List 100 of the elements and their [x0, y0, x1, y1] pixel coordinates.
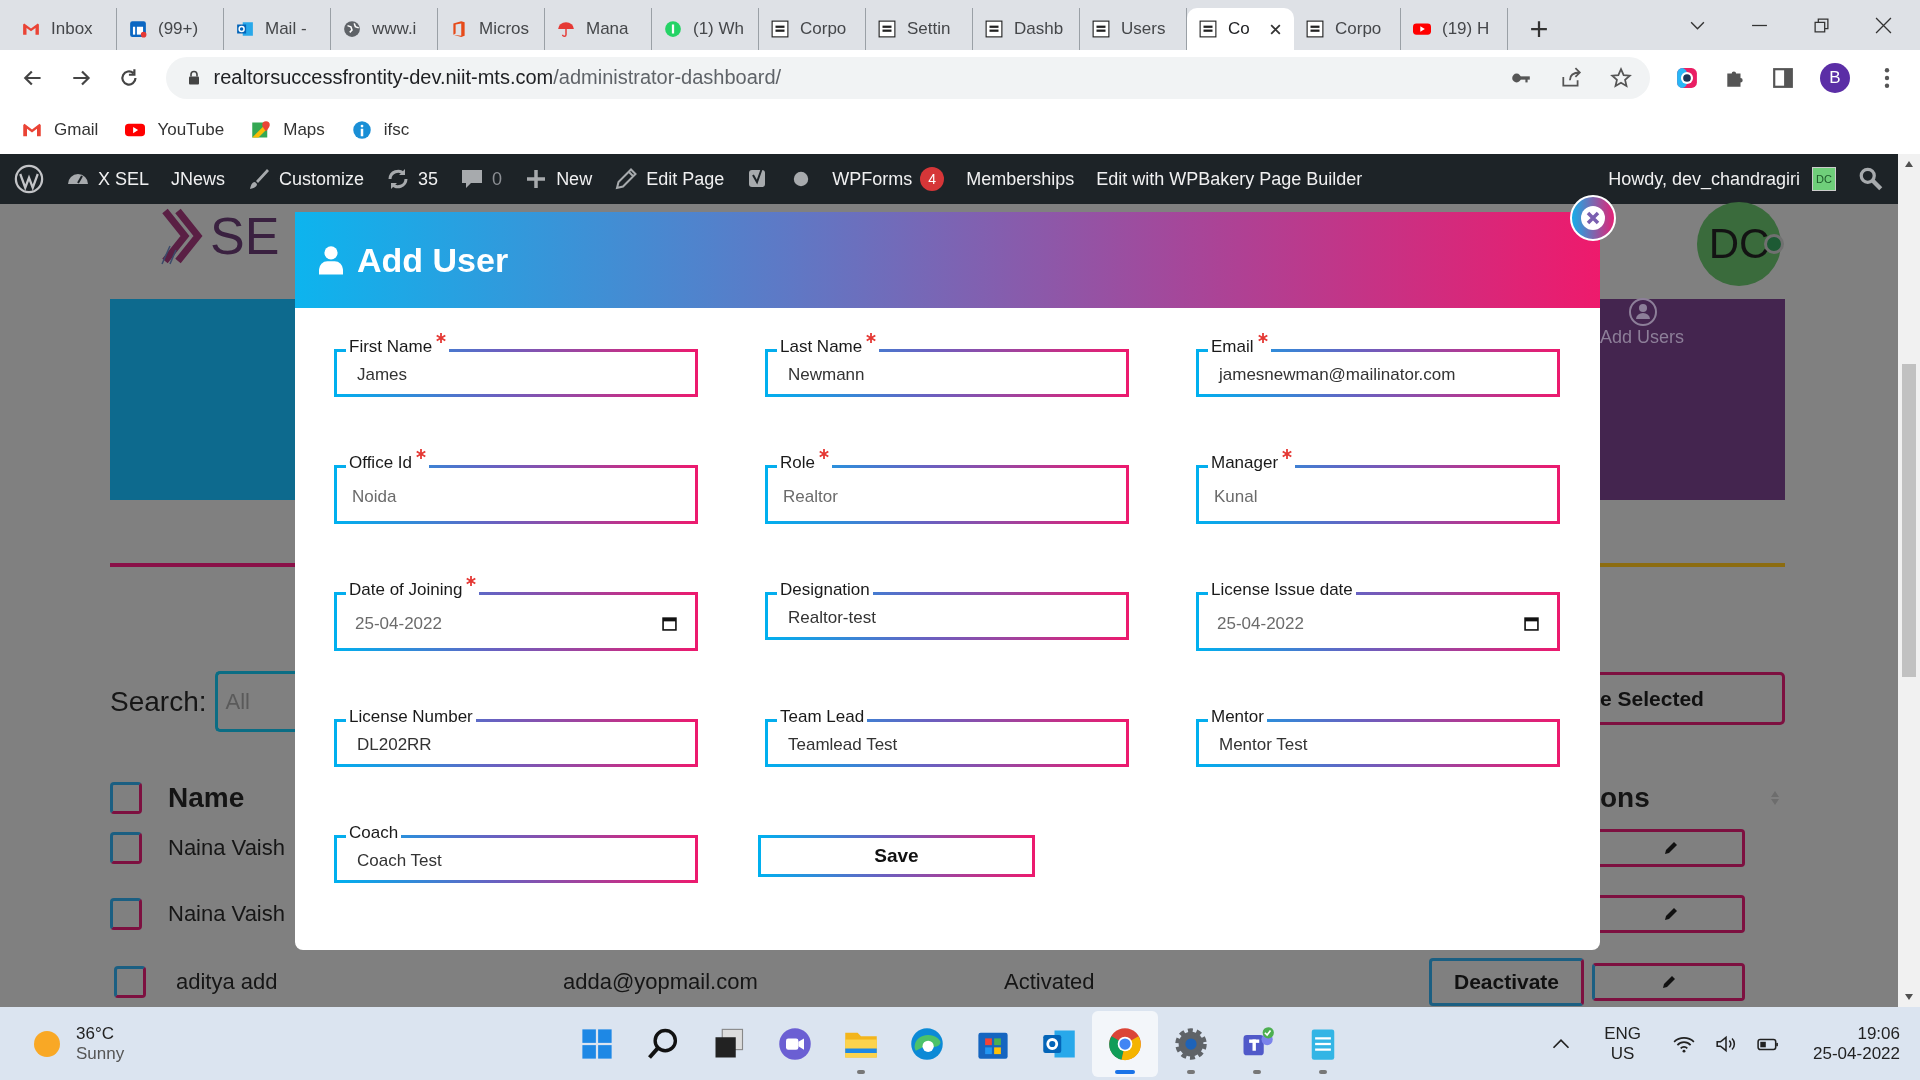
required-icon: [1282, 449, 1293, 459]
mail-icon: [236, 20, 254, 38]
admin-bar-link[interactable]: X SEL: [66, 167, 150, 191]
column-header[interactable]: Name: [168, 782, 245, 814]
admin-bar-link[interactable]: 0: [460, 167, 503, 191]
social-icon: [129, 20, 147, 38]
pencil-icon: [1660, 974, 1677, 990]
bookmark[interactable]: Gmail: [22, 119, 99, 140]
admin-bar-link[interactable]: WPForms 4: [832, 167, 945, 191]
browser-icon: [909, 1025, 945, 1062]
calendar-icon[interactable]: [662, 616, 677, 631]
edit-button[interactable]: [1592, 963, 1745, 1001]
address-bar[interactable]: realtorsuccessfrontity-dev.niit-mts.com/administrator-dashboard/: [165, 56, 1650, 99]
admin-bar-link[interactable]: Memberships: [966, 168, 1075, 190]
brush-icon: [247, 167, 272, 191]
browser-tab[interactable]: Corpo: [759, 8, 866, 50]
scrollbar-thumb[interactable]: [1902, 364, 1916, 677]
info-icon: [351, 119, 372, 140]
account-menu[interactable]: Howdy, dev_chandragiri DC: [1608, 167, 1836, 191]
browser-tab[interactable]: Settin: [866, 8, 973, 50]
browser-tab[interactable]: (1) Wh: [652, 8, 759, 50]
close-tab-button[interactable]: [1269, 22, 1282, 36]
search-label: Search:: [110, 685, 207, 718]
admin-bar-link[interactable]: 35: [386, 167, 439, 191]
status-dot-icon: [792, 170, 811, 188]
scroll-down-icon[interactable]: [1904, 993, 1914, 1001]
browser-tab[interactable]: Corpo: [1294, 8, 1401, 50]
search-icon[interactable]: [1858, 166, 1884, 192]
chat-icon: [664, 20, 682, 38]
add-users-card[interactable]: Add Users: [1600, 299, 1785, 500]
checkbox[interactable]: [110, 832, 142, 864]
browser-tab[interactable]: Micros: [438, 8, 545, 50]
square-logo-icon: [1199, 20, 1217, 38]
admin-bar-link[interactable]: New: [524, 167, 593, 191]
browser-tab[interactable]: (99+): [117, 8, 224, 50]
browser-tab[interactable]: www.i: [331, 8, 438, 50]
share-icon[interactable]: [1560, 66, 1582, 89]
browser-tab[interactable]: Dashb: [973, 8, 1080, 50]
comment-icon: [460, 167, 485, 191]
restore-button[interactable]: [1813, 16, 1830, 34]
new-tab-button[interactable]: [1530, 20, 1548, 38]
volume-icon[interactable]: [1715, 1033, 1738, 1054]
column-header[interactable]: ons: [1600, 782, 1650, 814]
language-indicator[interactable]: ENG US: [1604, 1023, 1642, 1064]
required-icon: [818, 449, 829, 459]
required-icon: [866, 333, 877, 343]
table-cell: Naina Vaish: [168, 901, 285, 927]
browser-tab[interactable]: Co: [1187, 8, 1294, 50]
sun-icon: [32, 1028, 62, 1059]
browser-tab[interactable]: Mana: [545, 8, 652, 50]
weather-widget[interactable]: 36°C Sunny: [32, 1023, 432, 1064]
calendar-icon[interactable]: [1524, 616, 1539, 631]
browser-tab[interactable]: Inbox: [10, 8, 117, 50]
square-logo-icon: [771, 20, 789, 38]
checkbox[interactable]: [114, 966, 146, 998]
pencil-icon: [1663, 906, 1679, 922]
pencil-icon: [614, 167, 639, 191]
user-avatar: DC: [1812, 167, 1836, 191]
table-cell: Naina Vaish: [168, 835, 285, 861]
close-button[interactable]: [1875, 16, 1892, 34]
required-icon: [416, 449, 426, 459]
square-logo-icon: [878, 20, 896, 38]
save-button[interactable]: Save: [758, 835, 1035, 877]
edit-button[interactable]: [1600, 829, 1745, 867]
square-logo-icon: [1306, 20, 1324, 38]
admin-bar-link[interactable]: Customize: [247, 167, 365, 191]
scroll-up-icon[interactable]: [1904, 160, 1914, 168]
bookmark[interactable]: YouTube: [125, 119, 225, 140]
browser-tab[interactable]: (19) H: [1401, 8, 1508, 50]
count-badge: 4: [920, 167, 945, 191]
play-icon: [1413, 20, 1431, 38]
profile-avatar[interactable]: B: [1820, 62, 1850, 93]
umbrella-icon: [557, 20, 575, 38]
add-user-icon: [1628, 297, 1658, 327]
video-chat-icon: [777, 1025, 813, 1062]
browser-tab[interactable]: Users: [1080, 8, 1187, 50]
admin-bar-link[interactable]: Edit with WPBakery Page Builder: [1096, 168, 1363, 190]
extension-icon[interactable]: [1676, 66, 1698, 89]
field-label: Designation: [777, 580, 873, 600]
bookmark[interactable]: ifsc: [351, 119, 410, 140]
bulk-action-button[interactable]: e Selected: [1600, 672, 1785, 725]
admin-bar-link[interactable]: Edit Page: [614, 167, 725, 191]
scrollbar[interactable]: [1898, 154, 1920, 1007]
checkbox[interactable]: [110, 782, 142, 814]
document-icon: [450, 20, 468, 38]
lock-icon: [187, 70, 200, 85]
site-logo[interactable]: SE: [160, 204, 295, 268]
wordpress-icon[interactable]: [14, 164, 44, 194]
table-cell-text: adda@yopmail.com: [563, 969, 759, 995]
square-logo-icon: [985, 20, 1003, 38]
gear-icon: [1173, 1025, 1209, 1062]
checkbox[interactable]: [110, 898, 142, 930]
admin-bar-link[interactable]: JNews: [171, 168, 226, 190]
side-panel-icon[interactable]: [1772, 66, 1794, 89]
bookmark[interactable]: Maps: [251, 119, 325, 140]
star-icon[interactable]: [1610, 66, 1632, 89]
deactivate-button[interactable]: Deactivate: [1429, 958, 1584, 1006]
edit-button[interactable]: [1600, 895, 1745, 933]
clock[interactable]: 19:06 25-04-2022: [1813, 1023, 1900, 1064]
browser-tab[interactable]: Mail -: [224, 8, 331, 50]
